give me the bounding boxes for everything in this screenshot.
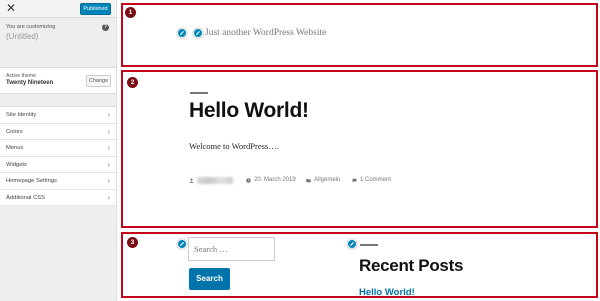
close-icon[interactable]: ✕ — [4, 1, 18, 16]
panel-label: Additional CSS — [6, 194, 45, 201]
recent-post-link[interactable]: Hello World! — [359, 287, 415, 298]
customizing-label: You are customizing — [6, 24, 56, 30]
site-name: (Untitled) — [6, 32, 39, 41]
panel-additional-css[interactable]: Additional CSS › — [0, 190, 116, 206]
edit-pencil-icon[interactable] — [177, 28, 187, 38]
panel-label: Site Identity — [6, 112, 37, 118]
active-theme-section: Active theme Twenty Nineteen Change — [0, 67, 116, 94]
folder-icon — [306, 178, 311, 182]
user-icon — [189, 178, 194, 183]
clock-icon — [246, 177, 251, 183]
customize-info: You are customizing (Untitled) ? — [0, 18, 116, 48]
chevron-right-icon: › — [107, 159, 110, 169]
badge-3: 3 — [127, 237, 138, 248]
post-date[interactable]: 20. March 2019 — [246, 177, 296, 183]
chevron-right-icon: › — [107, 143, 110, 152]
site-description: Just another WordPress Website — [205, 28, 327, 38]
author-name-blurred — [197, 177, 233, 184]
post-title[interactable]: Hello World! — [189, 99, 309, 123]
recent-posts-title: Recent Posts — [359, 256, 464, 275]
panel-site-identity[interactable]: Site Identity › — [0, 107, 116, 124]
customizer-panels: Site Identity › Colors › Menus › Widgets… — [0, 106, 116, 206]
panel-label: Homepage Settings — [6, 178, 57, 184]
edit-pencil-icon[interactable] — [177, 239, 187, 249]
search-button[interactable]: Search — [189, 268, 230, 290]
widget-divider — [360, 244, 378, 246]
badge-2: 2 — [127, 77, 138, 88]
comment-icon — [352, 178, 357, 182]
edit-pencil-icon[interactable] — [193, 28, 203, 38]
customizer-header: ✕ Published — [0, 0, 116, 18]
change-theme-button[interactable]: Change — [86, 75, 111, 87]
post-date-text: 20. March 2019 — [254, 177, 296, 183]
title-divider — [190, 92, 208, 94]
badge-1: 1 — [125, 7, 136, 18]
publish-button[interactable]: Published — [80, 3, 111, 15]
customizer-sidebar: ✕ Published You are customizing (Untitle… — [0, 0, 117, 301]
panel-menus[interactable]: Menus › — [0, 140, 116, 157]
post-comments-text: 1 Comment — [360, 177, 392, 183]
question-icon[interactable]: ? — [102, 24, 109, 31]
panel-label: Menus — [6, 145, 24, 151]
post-category[interactable]: Allgemein — [306, 177, 340, 183]
chevron-right-icon: › — [107, 176, 110, 185]
panel-colors[interactable]: Colors › — [0, 124, 116, 140]
search-input[interactable]: Search … — [188, 237, 275, 261]
post-category-text: Allgemein — [314, 177, 341, 183]
panel-label: Colors — [6, 128, 23, 135]
chevron-right-icon: › — [107, 192, 110, 202]
post-author[interactable] — [189, 177, 233, 184]
chevron-right-icon: › — [107, 126, 110, 136]
chevron-right-icon: › — [107, 110, 110, 119]
post-content: Welcome to WordPress…. — [189, 141, 279, 151]
edit-pencil-icon[interactable] — [347, 239, 357, 249]
panel-label: Widgets — [6, 161, 27, 168]
post-comments[interactable]: 1 Comment — [352, 177, 391, 183]
panel-homepage-settings[interactable]: Homepage Settings › — [0, 173, 116, 190]
panel-widgets[interactable]: Widgets › — [0, 157, 116, 173]
